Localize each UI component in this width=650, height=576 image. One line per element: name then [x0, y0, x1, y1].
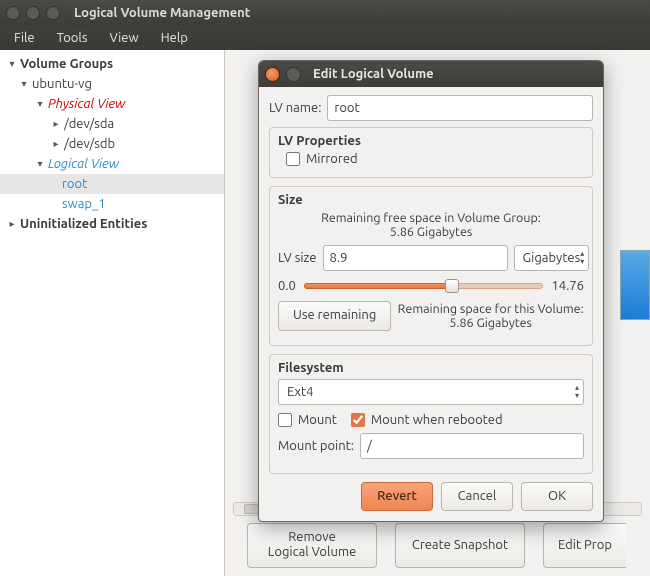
tree-label: Physical View	[48, 97, 125, 111]
mirrored-checkbox[interactable]: Mirrored	[286, 152, 358, 166]
tree-vg-ubuntu[interactable]: ▾ ubuntu-vg	[0, 74, 224, 94]
lv-size-slider[interactable]	[304, 279, 544, 293]
edit-lv-dialog: Edit Logical Volume LV name: LV Properti…	[258, 60, 604, 522]
window-close-icon[interactable]	[6, 6, 20, 20]
lv-size-unit-value: Gigabytes	[523, 251, 581, 265]
mount-reboot-checkbox[interactable]: Mount when rebooted	[351, 413, 503, 427]
mount-reboot-label: Mount when rebooted	[371, 413, 503, 427]
use-remaining-button[interactable]: Use remaining	[278, 301, 391, 331]
menubar: File Tools View Help	[0, 26, 650, 50]
volume-visual	[620, 250, 650, 320]
window-title: Logical Volume Management	[74, 6, 250, 20]
tree-lv-root[interactable]: root	[0, 174, 224, 194]
menu-view[interactable]: View	[99, 28, 148, 48]
filesystem-combo[interactable]: Ext4 ▴▾	[278, 379, 584, 405]
main-titlebar: Logical Volume Management	[0, 0, 650, 26]
mount-label: Mount	[298, 413, 337, 427]
combo-arrows-icon[interactable]: ▴▾	[575, 384, 579, 400]
remaining-vol-text: Remaining space for this Volume: 5.86 Gi…	[397, 302, 584, 330]
edit-properties-button[interactable]: Edit Prop	[543, 523, 626, 568]
revert-button[interactable]: Revert	[361, 482, 433, 512]
dialog-titlebar: Edit Logical Volume	[259, 61, 603, 87]
tree-label: Uninitialized Entities	[20, 217, 147, 231]
dialog-title: Edit Logical Volume	[313, 67, 434, 81]
tree-label: /dev/sda	[64, 117, 114, 131]
mount-point-input[interactable]	[360, 433, 584, 459]
mount-point-label: Mount point:	[278, 439, 354, 453]
tree-dev-sdb[interactable]: ▸ /dev/sdb	[0, 134, 224, 154]
filesystem-group: Filesystem Ext4 ▴▾ Mount Mount when rebo…	[269, 354, 593, 474]
ok-button[interactable]: OK	[521, 482, 593, 512]
chevron-right-icon: ▸	[6, 218, 18, 230]
tree-lv-swap[interactable]: swap_1	[0, 194, 224, 214]
slider-min: 0.0	[278, 279, 296, 293]
mount-reboot-checkbox-input[interactable]	[351, 413, 365, 427]
create-snapshot-button[interactable]: Create Snapshot	[395, 523, 525, 568]
size-title: Size	[278, 193, 584, 207]
lv-size-label: LV size	[278, 251, 317, 265]
tree-label: Logical View	[48, 157, 119, 171]
remove-lv-button[interactable]: Remove Logical Volume	[247, 523, 377, 568]
slider-handle[interactable]	[445, 279, 459, 293]
tree-dev-sda[interactable]: ▸ /dev/sda	[0, 114, 224, 134]
mirrored-label: Mirrored	[306, 152, 358, 166]
filesystem-value: Ext4	[287, 385, 575, 399]
tree-label: ubuntu-vg	[32, 77, 92, 91]
dialog-close-icon[interactable]	[265, 67, 280, 82]
lv-properties-group: LV Properties Mirrored	[269, 127, 593, 178]
lv-name-label: LV name:	[269, 101, 321, 115]
lv-name-input[interactable]	[327, 95, 593, 121]
lv-size-unit-spinner[interactable]: Gigabytes ▴▾	[514, 245, 590, 271]
tree-label: root	[62, 177, 87, 191]
window-maximize-icon[interactable]	[46, 6, 60, 20]
tree-label: Volume Groups	[20, 57, 113, 71]
mirrored-checkbox-input[interactable]	[286, 152, 300, 166]
chevron-down-icon: ▾	[34, 158, 46, 170]
mount-checkbox[interactable]: Mount	[278, 413, 337, 427]
slider-max: 14.76	[551, 279, 584, 293]
chevron-down-icon: ▾	[18, 78, 30, 90]
chevron-right-icon: ▸	[50, 118, 62, 130]
tree-panel: ▾ Volume Groups ▾ ubuntu-vg ▾ Physical V…	[0, 50, 225, 576]
tree-volume-groups[interactable]: ▾ Volume Groups	[0, 54, 224, 74]
tree-logical-view[interactable]: ▾ Logical View	[0, 154, 224, 174]
chevron-down-icon: ▾	[34, 98, 46, 110]
menu-help[interactable]: Help	[151, 28, 198, 48]
tree-label: /dev/sdb	[64, 137, 115, 151]
size-group: Size Remaining free space in Volume Grou…	[269, 186, 593, 346]
cancel-button[interactable]: Cancel	[441, 482, 513, 512]
menu-tools[interactable]: Tools	[47, 28, 98, 48]
spinner-arrows-icon[interactable]: ▴▾	[580, 250, 584, 266]
dialog-minimize-icon[interactable]	[286, 67, 301, 82]
lv-size-input[interactable]	[323, 245, 508, 271]
chevron-down-icon: ▾	[6, 58, 18, 70]
chevron-right-icon: ▸	[50, 138, 62, 150]
tree-uninitialized[interactable]: ▸ Uninitialized Entities	[0, 214, 224, 234]
tree-label: swap_1	[62, 197, 106, 211]
mount-checkbox-input[interactable]	[278, 413, 292, 427]
menu-file[interactable]: File	[4, 28, 45, 48]
lv-properties-title: LV Properties	[278, 134, 584, 148]
tree-physical-view[interactable]: ▾ Physical View	[0, 94, 224, 114]
window-minimize-icon[interactable]	[26, 6, 40, 20]
filesystem-title: Filesystem	[278, 361, 584, 375]
remaining-vg-text: Remaining free space in Volume Group: 5.…	[278, 211, 584, 239]
